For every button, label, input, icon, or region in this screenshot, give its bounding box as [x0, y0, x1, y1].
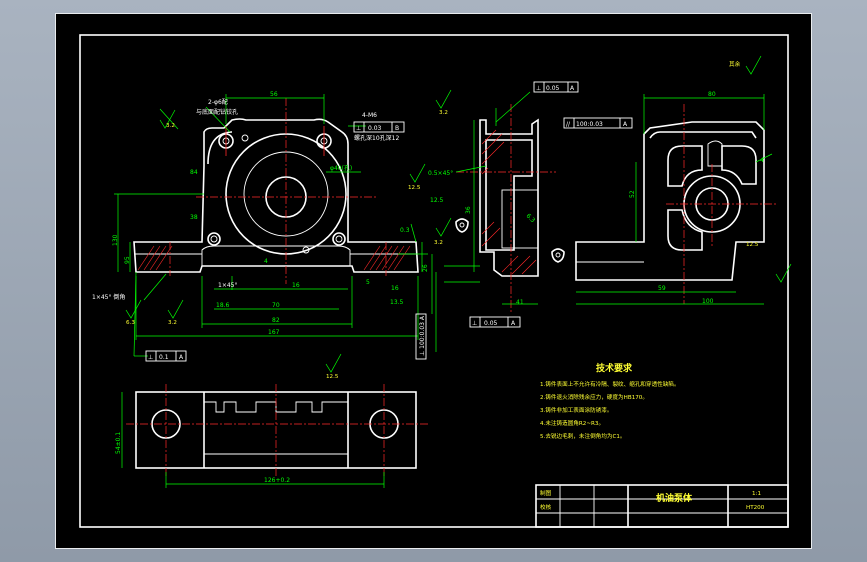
tol-frame-top-front: ⊥ 0.03 B: [353, 121, 405, 133]
title-scale: 1:1: [752, 491, 761, 497]
title-block: 制图 校核 机油泵体 1:1 HT200: [535, 484, 789, 528]
tol-frame-mid-side: ⊥ 0.05 A: [469, 316, 521, 328]
dim-top-width: 56: [270, 91, 278, 98]
cad-drawing: 56 2-φ6配 与底面配钻铰孔 4-M6 螺孔深10孔深12 84 38 φ4…: [79, 34, 792, 528]
right-dim-100: 100: [702, 298, 714, 305]
svg-text:A: A: [511, 320, 516, 327]
thread-depth: 螺孔深10孔深12: [354, 134, 399, 142]
svg-text:⊥: ⊥: [536, 85, 541, 92]
bottom-dim-126: 126+0.2: [264, 477, 290, 484]
dim-84: 84: [190, 169, 198, 176]
dim-4: 4: [264, 258, 268, 265]
side-dim-41: 41: [516, 299, 524, 306]
svg-text:0.03: 0.03: [368, 125, 382, 132]
tech-item-4: 4.未注铸造圆角R2~R3。: [540, 419, 604, 427]
svg-text:0.1: 0.1: [159, 354, 169, 361]
svg-text:3.2: 3.2: [439, 110, 448, 116]
title-drawn-label: 制图: [540, 489, 552, 497]
dim-130: 130: [112, 234, 119, 246]
right-dim-59: 59: [658, 285, 666, 292]
svg-text:100:0.03: 100:0.03: [576, 121, 603, 128]
svg-text:3.2: 3.2: [166, 123, 175, 129]
tech-item-1: 1.铸件表面上不允许有冷隔、裂纹、缩孔和穿透性缺陷。: [540, 380, 680, 388]
surface-note: 其余: [729, 60, 741, 68]
dim-70: 70: [272, 302, 280, 309]
inner-border: [79, 34, 789, 528]
svg-text:12.5: 12.5: [326, 374, 339, 380]
dim-bore: φ40(孔): [330, 164, 352, 172]
tech-item-5: 5.去锐边毛刺，未注倒角均为C1。: [540, 432, 626, 440]
dim-0-3: 0.3: [400, 227, 410, 234]
title-material: HT200: [746, 505, 765, 511]
side-dim-36: 36: [465, 206, 472, 214]
right-view: [575, 94, 776, 305]
svg-text:⊥: ⊥: [148, 354, 153, 361]
dim-95: 95: [124, 256, 131, 264]
tol-frame-left-bottom: ⊥ 0.1 A: [145, 350, 187, 362]
svg-text:6.3: 6.3: [126, 320, 135, 326]
tech-title: 技术要求: [596, 362, 633, 374]
svg-text:0.05: 0.05: [484, 320, 498, 327]
right-dim-52: 52: [629, 190, 636, 198]
svg-text:12.5: 12.5: [408, 185, 421, 191]
dim-1x45: 1×45°: [218, 282, 237, 289]
dim-13-5: 13.5: [390, 299, 404, 306]
svg-text://: //: [566, 121, 571, 128]
dim-16b: 16: [391, 285, 399, 292]
tech-requirements: 技术要求 1.铸件表面上不允许有冷隔、裂纹、缩孔和穿透性缺陷。 2.铸件退火消除…: [540, 362, 680, 440]
svg-text:B: B: [395, 125, 399, 132]
title-check-label: 校核: [540, 503, 552, 511]
svg-text:A: A: [179, 354, 184, 361]
side-dim-12-5: 12.5: [430, 197, 444, 204]
tol-frame-top-side: ⊥ 0.05 A: [533, 81, 579, 93]
dim-18-6: 18.6: [216, 302, 230, 309]
svg-text:0.05: 0.05: [546, 85, 560, 92]
dim-16: 16: [292, 282, 300, 289]
hole-spec: 2-φ6配: [208, 99, 228, 106]
tol-frame-vertical: ⊥ 100:0.03 A: [415, 313, 427, 360]
right-dim-4: 4: [760, 157, 764, 164]
dim-5: 5: [366, 279, 370, 286]
roughness-right: 12.5: [746, 242, 759, 248]
hole-spec2: 与底面配钻铰孔: [196, 108, 238, 116]
side-chamfer: 0.5×45°: [428, 170, 453, 177]
dim-38: 38: [190, 214, 198, 221]
tech-item-3: 3.铸件非加工表面涂防锈漆。: [540, 406, 612, 414]
title-part-name: 机油泵体: [656, 492, 693, 504]
svg-text:3.2: 3.2: [168, 320, 177, 326]
drawing-sheet: 56 2-φ6配 与底面配钻铰孔 4-M6 螺孔深10孔深12 84 38 φ4…: [55, 13, 812, 549]
tech-item-2: 2.铸件退火消除残余应力，硬度为HB170。: [540, 393, 648, 401]
chamfer-note: 1×45° 倒角: [92, 293, 125, 301]
dim-82: 82: [272, 317, 280, 324]
svg-text:A: A: [623, 121, 628, 128]
svg-text:⊥ 100:0.03 A: ⊥ 100:0.03 A: [419, 315, 426, 356]
tol-frame-top-side-right: // 100:0.03 A: [563, 117, 633, 129]
dim-26: 26: [422, 264, 429, 272]
right-dim-80: 80: [708, 91, 716, 98]
svg-text:3.2: 3.2: [434, 240, 443, 246]
svg-text:A: A: [570, 85, 575, 92]
bottom-dim-54: 54±0.1: [115, 432, 122, 454]
side-dim-6-3: 6.3: [525, 212, 537, 224]
dim-167: 167: [268, 329, 280, 336]
svg-text:⊥: ⊥: [356, 125, 361, 132]
svg-text:⊥: ⊥: [472, 320, 477, 327]
side-section-view: [444, 104, 565, 314]
top-view: [121, 384, 428, 488]
thread-spec: 4-M6: [362, 112, 377, 119]
